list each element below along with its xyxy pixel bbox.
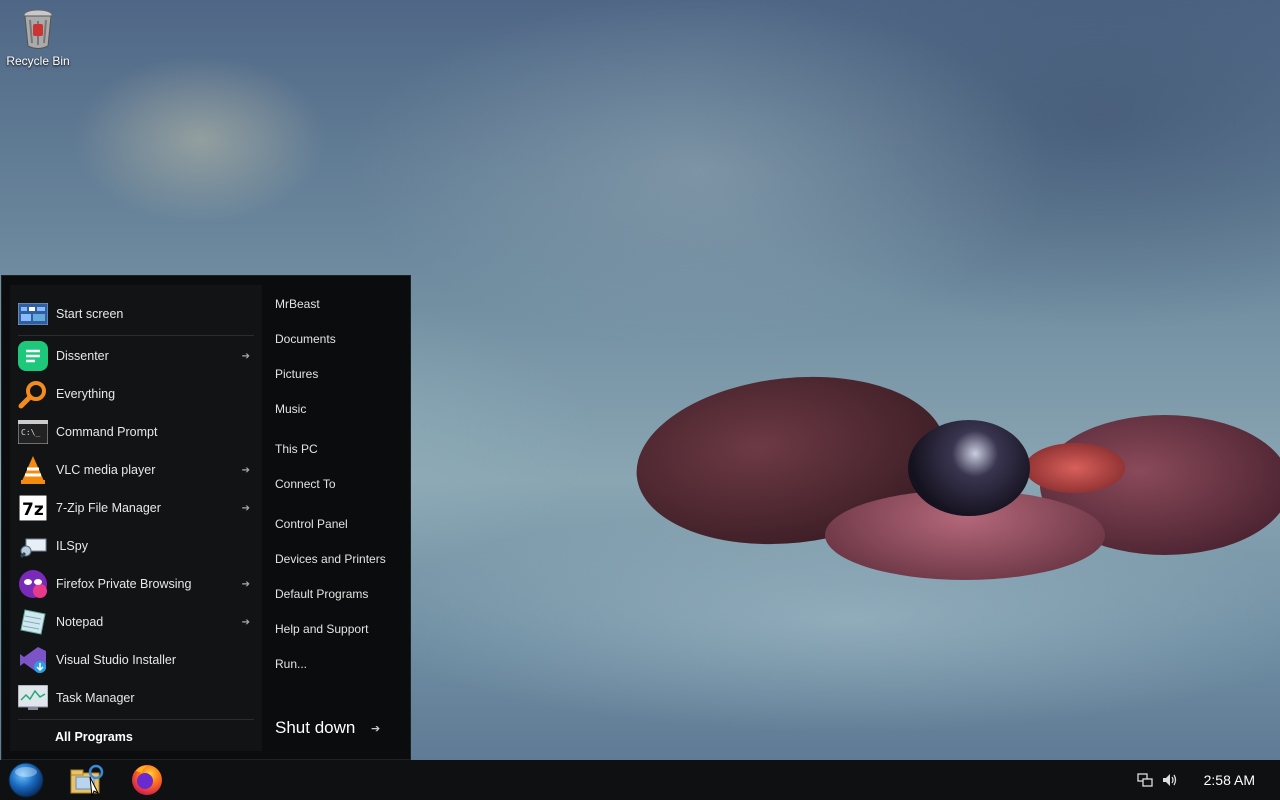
start-item-task-manager[interactable]: Task Manager bbox=[10, 679, 262, 717]
submenu-arrow-icon: ➔ bbox=[241, 578, 250, 590]
submenu-arrow-icon: ➔ bbox=[241, 502, 250, 514]
submenu-arrow-icon: ➔ bbox=[241, 616, 250, 628]
notepad-icon bbox=[18, 607, 48, 637]
command-prompt-icon: C:\_ bbox=[18, 417, 48, 447]
start-item-command-prompt[interactable]: C:\_ Command Prompt bbox=[10, 413, 262, 451]
start-item-label: Start screen bbox=[56, 307, 124, 321]
start-item-label: Dissenter bbox=[56, 349, 109, 363]
start-item-label: ILSpy bbox=[56, 539, 88, 553]
shutdown-button[interactable]: Shut down bbox=[275, 718, 355, 738]
firefox-icon bbox=[132, 765, 162, 795]
shutdown-options-arrow-icon[interactable]: ➔ bbox=[371, 722, 380, 735]
start-item-label: VLC media player bbox=[56, 463, 156, 477]
right-link-music[interactable]: Music bbox=[275, 402, 306, 416]
start-item-label: Firefox Private Browsing bbox=[56, 577, 192, 591]
start-item-firefox-private[interactable]: Firefox Private Browsing ➔ bbox=[10, 565, 262, 603]
start-item-dissenter[interactable]: Dissenter ➔ bbox=[10, 337, 262, 375]
ilspy-icon bbox=[18, 531, 48, 561]
start-item-label: Notepad bbox=[56, 615, 104, 629]
right-link-user-folder[interactable]: MrBeast bbox=[275, 297, 320, 311]
recycle-bin-icon bbox=[23, 9, 53, 49]
start-item-visual-studio-installer[interactable]: Visual Studio Installer bbox=[10, 641, 262, 679]
right-link-control-panel[interactable]: Control Panel bbox=[275, 517, 348, 531]
firefox-private-icon bbox=[18, 569, 48, 599]
right-link-run[interactable]: Run... bbox=[275, 657, 307, 671]
right-link-pictures[interactable]: Pictures bbox=[275, 367, 318, 381]
taskbar-file-explorer[interactable] bbox=[61, 760, 111, 800]
right-link-devices-printers[interactable]: Devices and Printers bbox=[275, 552, 386, 566]
start-item-label: Task Manager bbox=[56, 691, 135, 705]
start-menu-programs-pane: Start screen Dissenter ➔ Everything C:\_… bbox=[10, 285, 262, 751]
start-item-ilspy[interactable]: ILSpy bbox=[10, 527, 262, 565]
network-icon[interactable] bbox=[1137, 772, 1153, 791]
vlc-icon bbox=[18, 455, 48, 485]
start-item-label: Command Prompt bbox=[56, 425, 158, 439]
start-orb-icon bbox=[8, 762, 44, 798]
taskbar-clock[interactable]: 2:58 AM bbox=[1204, 772, 1255, 788]
right-link-help-support[interactable]: Help and Support bbox=[275, 622, 368, 636]
7zip-icon: 7z bbox=[18, 493, 48, 523]
right-link-default-programs[interactable]: Default Programs bbox=[275, 587, 368, 601]
all-programs-button[interactable]: All Programs bbox=[55, 730, 133, 744]
recycle-bin-label: Recycle Bin bbox=[6, 54, 70, 68]
menu-separator bbox=[18, 719, 254, 720]
menu-separator bbox=[18, 335, 254, 336]
submenu-arrow-icon: ➔ bbox=[241, 464, 250, 476]
search-icon bbox=[18, 379, 48, 409]
start-item-label: 7-Zip File Manager bbox=[56, 501, 161, 515]
start-item-start-screen[interactable]: Start screen bbox=[10, 295, 262, 333]
start-item-label: Visual Studio Installer bbox=[56, 653, 176, 667]
taskbar-firefox[interactable] bbox=[122, 760, 172, 800]
dissenter-icon bbox=[18, 341, 48, 371]
right-link-connect-to[interactable]: Connect To bbox=[275, 477, 336, 491]
submenu-arrow-icon: ➔ bbox=[241, 350, 250, 362]
start-item-vlc[interactable]: VLC media player ➔ bbox=[10, 451, 262, 489]
start-menu: Start screen Dissenter ➔ Everything C:\_… bbox=[1, 275, 411, 760]
start-button[interactable] bbox=[1, 760, 51, 800]
start-screen-icon bbox=[18, 299, 48, 329]
taskbar: 2:58 AM bbox=[0, 760, 1280, 800]
start-item-notepad[interactable]: Notepad ➔ bbox=[10, 603, 262, 641]
desktop-icon-recycle-bin[interactable]: Recycle Bin bbox=[6, 8, 70, 68]
start-item-label: Everything bbox=[56, 387, 116, 401]
svg-text:7z: 7z bbox=[22, 500, 44, 520]
volume-icon[interactable] bbox=[1161, 772, 1179, 791]
task-manager-icon bbox=[18, 683, 48, 713]
right-link-documents[interactable]: Documents bbox=[275, 332, 336, 346]
start-item-everything[interactable]: Everything bbox=[10, 375, 262, 413]
right-link-this-pc[interactable]: This PC bbox=[275, 442, 318, 456]
file-explorer-icon bbox=[70, 764, 104, 797]
start-item-7zip[interactable]: 7z 7-Zip File Manager ➔ bbox=[10, 489, 262, 527]
visual-studio-icon bbox=[18, 645, 48, 675]
svg-text:C:\_: C:\_ bbox=[21, 428, 40, 437]
